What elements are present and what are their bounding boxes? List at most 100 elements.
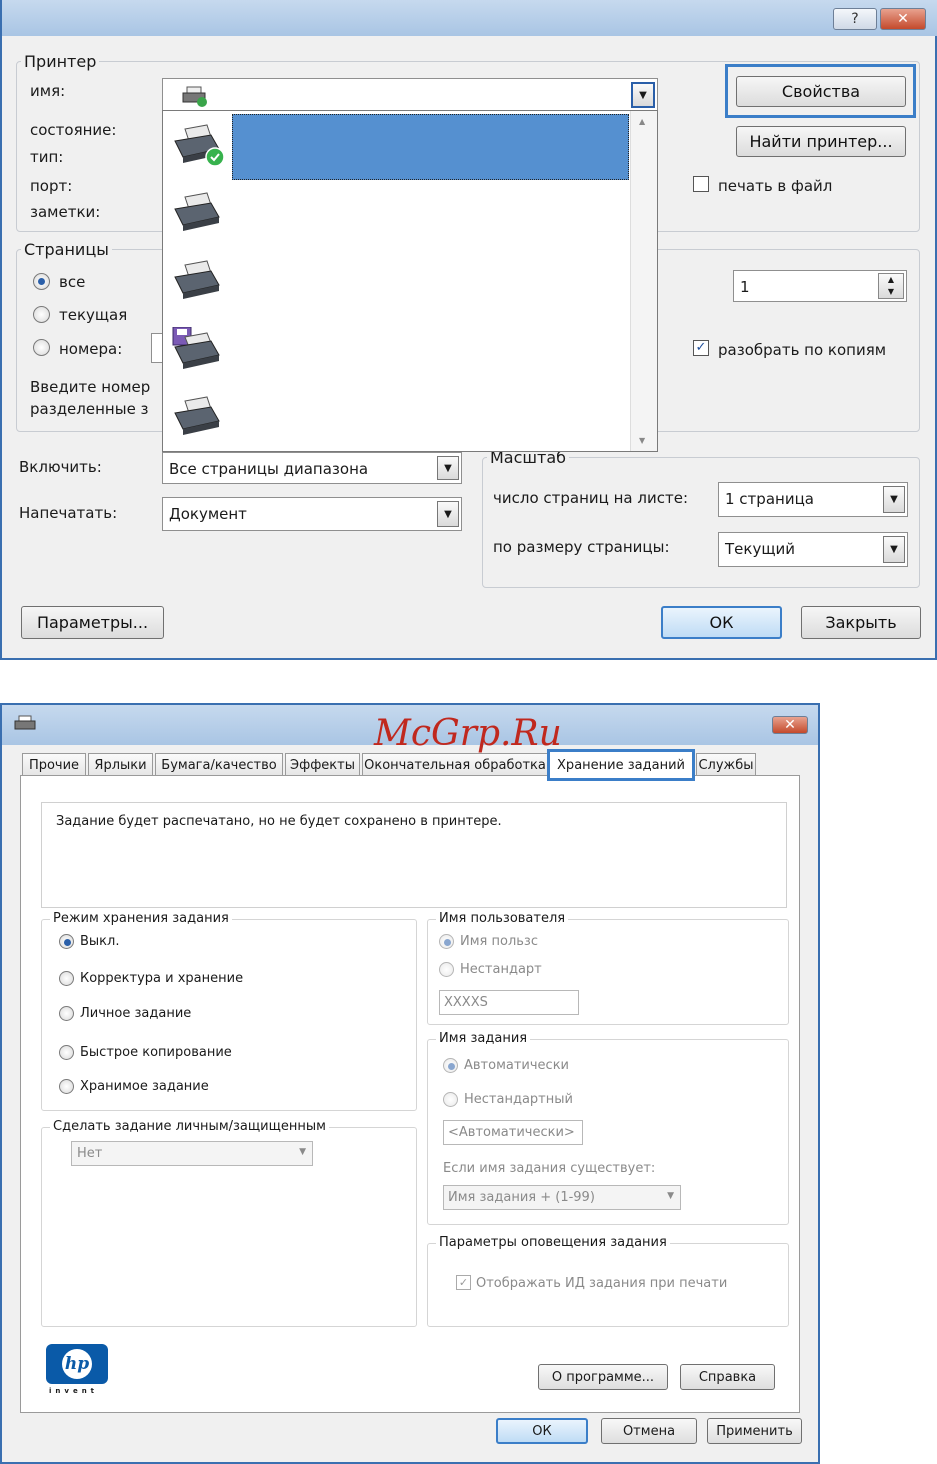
options-button[interactable]: Параметры... bbox=[21, 606, 164, 639]
collate-label[interactable]: разобрать по копиям bbox=[718, 341, 886, 359]
fit-to-page-value[interactable]: Текущий bbox=[725, 540, 795, 558]
job-storage-mode-group: Режим хранения задания Выкл. Корректура … bbox=[41, 911, 417, 1111]
chevron-down-icon[interactable]: ▼ bbox=[437, 456, 459, 480]
user-name-default-radio[interactable] bbox=[439, 934, 454, 949]
tab-job-storage[interactable]: Хранение заданий bbox=[547, 749, 695, 781]
notification-legend: Параметры оповещения задания bbox=[436, 1235, 670, 1250]
user-name-input[interactable]: XXXXS bbox=[439, 990, 579, 1015]
close-icon[interactable]: ✕ bbox=[772, 716, 808, 734]
info-box: Задание будет распечатано, но не будет с… bbox=[41, 802, 787, 908]
cancel-button[interactable]: Отмена bbox=[601, 1418, 697, 1444]
tab-services[interactable]: Службы bbox=[696, 753, 756, 777]
tab-effects[interactable]: Эффекты bbox=[285, 753, 360, 777]
mode-proof-label[interactable]: Корректура и хранение bbox=[80, 971, 243, 987]
user-name-value: XXXXS bbox=[444, 995, 488, 1010]
scroll-up-icon[interactable]: ▲ bbox=[639, 117, 645, 126]
help-button[interactable]: Справка bbox=[680, 1364, 775, 1390]
printer-name-combo[interactable]: ▼ bbox=[162, 78, 658, 112]
ok-button[interactable]: ОК bbox=[661, 606, 782, 639]
pages-numbers-radio[interactable] bbox=[33, 339, 50, 356]
ok-button[interactable]: ОК bbox=[496, 1418, 588, 1444]
print-dialog: ? ✕ Принтер имя: состояние: тип: порт: з… bbox=[0, 0, 937, 660]
tab-shortcuts[interactable]: Ярлыки bbox=[88, 753, 153, 777]
mode-private-radio[interactable] bbox=[59, 1006, 74, 1021]
include-value[interactable]: Все страницы диапазона bbox=[169, 460, 368, 478]
help-button[interactable]: ? bbox=[833, 8, 877, 30]
printer-icon bbox=[174, 192, 220, 231]
pages-numbers-label[interactable]: номера: bbox=[59, 340, 122, 358]
chevron-down-icon[interactable]: ▼ bbox=[883, 536, 905, 563]
close-button[interactable]: Закрыть bbox=[801, 606, 921, 639]
printer-icon bbox=[14, 715, 36, 730]
mode-proof-radio[interactable] bbox=[59, 971, 74, 986]
printer-dropdown-list[interactable]: ▲ ▼ bbox=[162, 110, 658, 452]
about-button[interactable]: О программе... bbox=[538, 1364, 668, 1390]
pages-group-legend: Страницы bbox=[24, 240, 109, 259]
job-name-exists-select[interactable]: Имя задания + (1-99) ▼ bbox=[443, 1185, 681, 1210]
job-name-auto-radio[interactable] bbox=[443, 1058, 458, 1073]
printer-list-item[interactable] bbox=[163, 383, 629, 451]
mode-stored-label[interactable]: Хранимое задание bbox=[80, 1079, 209, 1095]
mode-quick-copy-label[interactable]: Быстрое копирование bbox=[80, 1045, 232, 1061]
hp-logo: hp invent bbox=[45, 1344, 109, 1398]
chevron-down-icon[interactable]: ▼ bbox=[437, 501, 459, 527]
mode-off-label[interactable]: Выкл. bbox=[80, 934, 119, 950]
scroll-down-icon[interactable]: ▼ bbox=[639, 436, 645, 445]
printer-status-label: состояние: bbox=[30, 121, 117, 139]
pages-current-radio[interactable] bbox=[33, 306, 50, 323]
copies-input[interactable]: 1 ▲ ▼ bbox=[733, 270, 907, 302]
properties-button[interactable]: Свойства bbox=[736, 76, 906, 107]
pages-hint-line2: разделенные з bbox=[30, 400, 149, 418]
printer-list-item[interactable] bbox=[163, 315, 629, 383]
chevron-down-icon[interactable]: ▼ bbox=[299, 1147, 306, 1157]
tab-finishing[interactable]: Окончательная обработка bbox=[362, 753, 548, 777]
print-what-combo[interactable]: Документ ▼ bbox=[162, 497, 462, 531]
printer-name-label: имя: bbox=[30, 82, 66, 100]
show-job-id-label: Отображать ИД задания при печати bbox=[476, 1276, 728, 1291]
find-printer-button[interactable]: Найти принтер... bbox=[736, 126, 906, 157]
pages-per-sheet-combo[interactable]: 1 страница ▼ bbox=[718, 482, 908, 517]
include-combo[interactable]: Все страницы диапазона ▼ bbox=[162, 452, 462, 484]
chevron-down-icon[interactable]: ▼ bbox=[667, 1191, 674, 1201]
private-secure-select[interactable]: Нет ▼ bbox=[71, 1141, 313, 1166]
mode-quick-copy-radio[interactable] bbox=[59, 1045, 74, 1060]
tab-misc[interactable]: Прочие bbox=[22, 753, 86, 777]
dropdown-scrollbar[interactable]: ▲ ▼ bbox=[630, 111, 657, 451]
print-what-value[interactable]: Документ bbox=[169, 505, 247, 523]
default-printer-icon bbox=[174, 124, 225, 167]
close-icon[interactable]: ✕ bbox=[880, 8, 926, 30]
job-name-input[interactable]: <Автоматически> bbox=[443, 1120, 583, 1145]
printer-list-item[interactable] bbox=[163, 247, 629, 315]
properties-dialog: ✕ McGrp.Ru Прочие Ярлыки Бумага/качество… bbox=[0, 703, 820, 1464]
copies-value[interactable]: 1 bbox=[740, 278, 750, 296]
mode-off-radio[interactable] bbox=[59, 934, 74, 949]
tab-paper-quality[interactable]: Бумага/качество bbox=[155, 753, 283, 777]
printer-notes-label: заметки: bbox=[30, 203, 101, 221]
mode-stored-radio[interactable] bbox=[59, 1079, 74, 1094]
copies-spinner-icon[interactable]: ▲ ▼ bbox=[878, 273, 904, 299]
watermark: McGrp.Ru bbox=[374, 713, 562, 754]
print-to-file-checkbox[interactable] bbox=[693, 176, 709, 192]
pages-all-label[interactable]: все bbox=[59, 273, 85, 291]
show-job-id-checkbox[interactable]: ✓ bbox=[456, 1275, 471, 1290]
collate-checkbox[interactable]: ✓ bbox=[693, 340, 709, 356]
chevron-down-icon[interactable]: ▼ bbox=[631, 82, 655, 108]
pages-all-radio[interactable] bbox=[33, 273, 50, 290]
mode-private-label[interactable]: Личное задание bbox=[80, 1006, 191, 1022]
print-to-file-label[interactable]: печать в файл bbox=[718, 177, 832, 195]
printer-icon bbox=[174, 396, 220, 435]
printer-icon bbox=[182, 86, 207, 107]
job-name-custom-radio[interactable] bbox=[443, 1092, 458, 1107]
job-name-value: <Автоматически> bbox=[448, 1125, 575, 1140]
pages-per-sheet-value[interactable]: 1 страница bbox=[725, 490, 814, 508]
hp-logo-text: invent bbox=[49, 1387, 99, 1395]
pages-current-label[interactable]: текущая bbox=[59, 306, 127, 324]
user-name-custom-radio[interactable] bbox=[439, 962, 454, 977]
printer-list-item[interactable] bbox=[163, 111, 629, 180]
apply-button[interactable]: Применить bbox=[707, 1418, 802, 1444]
printer-type-label: тип: bbox=[30, 148, 64, 166]
chevron-down-icon[interactable]: ▼ bbox=[883, 486, 905, 513]
printer-list-item[interactable] bbox=[163, 179, 629, 247]
info-text: Задание будет распечатано, но не будет с… bbox=[56, 814, 502, 829]
fit-to-page-combo[interactable]: Текущий ▼ bbox=[718, 532, 908, 567]
